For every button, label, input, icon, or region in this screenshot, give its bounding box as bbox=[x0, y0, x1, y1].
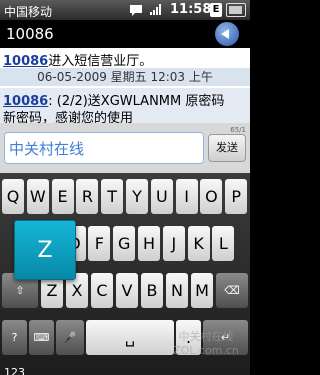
key-j[interactable]: J bbox=[162, 226, 185, 261]
key-b[interactable]: B bbox=[141, 273, 163, 308]
key-y[interactable]: Y bbox=[126, 179, 148, 214]
watermark: 中关村在线 ZOL.com.cn bbox=[166, 330, 246, 370]
key-t[interactable]: T bbox=[101, 179, 124, 214]
key-q[interactable]: Q bbox=[2, 179, 24, 214]
clock: 11:58 bbox=[170, 2, 212, 17]
message-text: 进入短信营业厅。 bbox=[48, 54, 153, 69]
title-bar: 10086 bbox=[0, 20, 250, 48]
data-type-badge: E bbox=[210, 3, 222, 17]
conversation-title: 10086 bbox=[6, 25, 54, 43]
key-g[interactable]: G bbox=[113, 226, 136, 261]
watermark-line-1: 中关村在线 bbox=[178, 330, 234, 343]
key-n[interactable]: N bbox=[166, 273, 188, 308]
symbols-key[interactable]: ?123 bbox=[2, 320, 27, 375]
status-bar: 中国移动 11:58 E bbox=[0, 0, 250, 20]
message-line-1: 10086进入短信营业厅。 bbox=[3, 50, 152, 69]
key-w[interactable]: W bbox=[26, 179, 49, 214]
message-line-3: 新密码，感谢您的使用 bbox=[3, 111, 134, 123]
key-p[interactable]: P bbox=[225, 179, 248, 214]
char-counter: 65/1 bbox=[230, 126, 246, 134]
key-m[interactable]: M bbox=[191, 273, 213, 308]
delete-key[interactable]: ⌫ bbox=[216, 273, 248, 308]
network-icon bbox=[148, 3, 164, 17]
keyboard-settings-key[interactable]: ⌨ bbox=[29, 320, 54, 355]
key-h[interactable]: H bbox=[138, 226, 160, 261]
sms-icon bbox=[128, 3, 144, 17]
back-button[interactable] bbox=[215, 22, 239, 46]
message-input[interactable]: 中关村在线 bbox=[4, 132, 204, 164]
watermark-line-2: ZOL.com.cn bbox=[173, 344, 239, 357]
carrier-label: 中国移动 bbox=[4, 5, 53, 19]
key-f[interactable]: F bbox=[88, 226, 111, 261]
key-k[interactable]: K bbox=[187, 226, 210, 261]
space-key[interactable]: ␣ bbox=[86, 320, 174, 355]
key-o[interactable]: O bbox=[200, 179, 223, 214]
key-preview-popup: Z bbox=[14, 220, 76, 280]
key-i[interactable]: I bbox=[175, 179, 198, 214]
send-button[interactable]: 发送 bbox=[208, 134, 246, 162]
status-icons bbox=[128, 2, 164, 18]
conversation-thread[interactable]: 10086进入短信营业厅。 06-05-2009 星期五 12:03 上午 10… bbox=[0, 48, 250, 123]
battery-icon bbox=[226, 3, 246, 17]
key-l[interactable]: L bbox=[212, 226, 235, 261]
key-c[interactable]: C bbox=[91, 273, 113, 308]
date-separator: 06-05-2009 星期五 12:03 上午 bbox=[0, 68, 250, 86]
sender-link[interactable]: 10086 bbox=[3, 54, 48, 69]
key-u[interactable]: U bbox=[150, 179, 173, 214]
compose-area: 65/1 中关村在线 发送 bbox=[0, 123, 250, 173]
key-v[interactable]: V bbox=[116, 273, 138, 308]
key-e[interactable]: E bbox=[51, 179, 74, 214]
mic-key[interactable]: 🎤 bbox=[56, 320, 84, 355]
key-r[interactable]: R bbox=[76, 179, 99, 214]
